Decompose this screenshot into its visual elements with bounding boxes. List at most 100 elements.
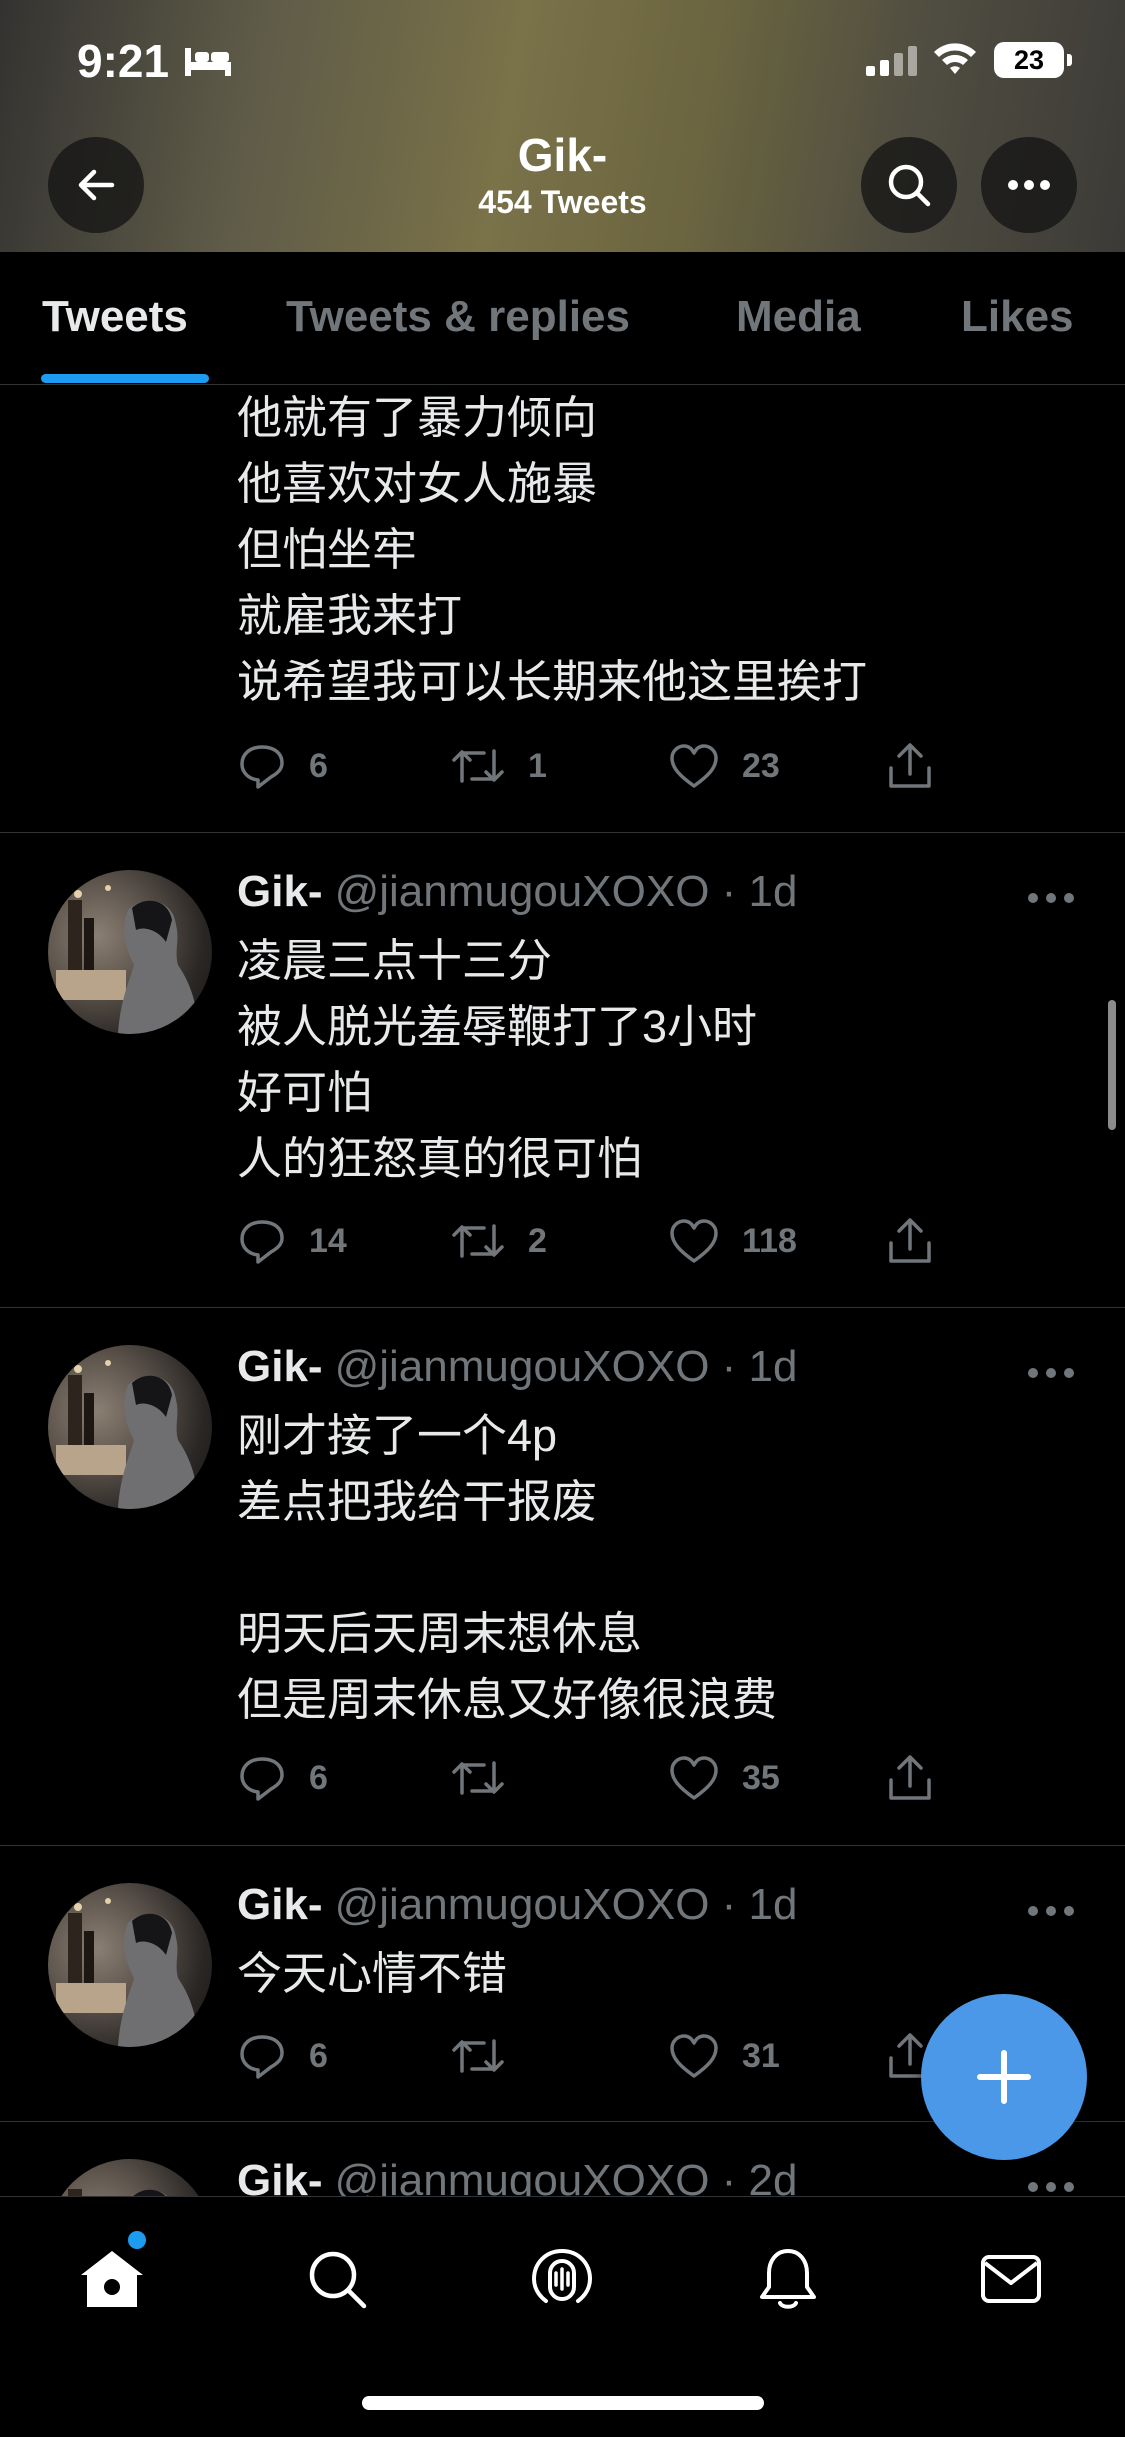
tweet-actions: 6 35: [237, 1748, 957, 1808]
reply-button[interactable]: 6: [237, 1748, 328, 1808]
retweet-button[interactable]: 1: [450, 736, 547, 796]
share-icon: [889, 1755, 931, 1800]
like-count: 23: [742, 746, 780, 785]
like-button[interactable]: 118: [668, 1211, 797, 1271]
tweet-text-line: [237, 1535, 777, 1601]
tweet-text-line: 但怕坐牢: [237, 524, 418, 575]
cellular-signal-icon: [866, 46, 917, 76]
author-name[interactable]: Gik-: [237, 2156, 323, 2196]
sleep-focus-icon: [185, 48, 231, 76]
reply-icon: [240, 1220, 284, 1264]
tweet-more-button[interactable]: [1028, 2180, 1074, 2194]
avatar[interactable]: [48, 1345, 212, 1509]
home-indicator[interactable]: [362, 2396, 764, 2410]
retweet-button[interactable]: 2: [450, 1211, 547, 1271]
tweet-text-line: 差点把我给干报废: [237, 1476, 598, 1527]
share-button[interactable]: [885, 1211, 935, 1271]
heart-icon: [670, 1756, 718, 1800]
nav-messages[interactable]: [971, 2239, 1051, 2319]
tweet-text-line: 他喜欢对女人施暴: [237, 458, 598, 509]
retweet-count: 2: [528, 1221, 547, 1260]
spaces-microphone-icon: [531, 2248, 593, 2303]
tab-tweets[interactable]: Tweets: [42, 292, 188, 342]
like-button[interactable]: 35: [668, 1748, 780, 1808]
nav-spaces[interactable]: [522, 2239, 602, 2319]
status-time: 9:21: [77, 35, 170, 87]
share-button[interactable]: [885, 1748, 935, 1808]
profile-photo: [56, 885, 198, 1034]
retweet-button[interactable]: [450, 1748, 528, 1808]
tweet-text-line: 刚才接了一个4p: [237, 1410, 558, 1461]
reply-icon: [240, 2035, 284, 2079]
like-button[interactable]: 23: [668, 736, 780, 796]
status-bar: 9:21 23: [0, 0, 1125, 120]
tweet-meta: Gik- @jianmugouXOXO · 1d: [237, 1342, 797, 1392]
tweet-item[interactable]: Gik- @jianmugouXOXO · 1d 刚才接了一个4p 差点把我给干报…: [0, 1308, 1125, 1846]
tweet-text: 刚才接了一个4p 差点把我给干报废 明天后天周末想休息 但是周末休息又好像很浪费: [237, 1403, 777, 1733]
compose-tweet-button[interactable]: [921, 1994, 1087, 2160]
nav-search[interactable]: [297, 2239, 377, 2319]
share-button[interactable]: [885, 736, 935, 796]
tweet-text-line: 人的狂怒真的很可怕: [237, 1133, 643, 1184]
like-count: 118: [742, 1221, 797, 1260]
home-icon: [81, 2251, 143, 2307]
profile-photo: [56, 1360, 198, 1509]
retweet-button[interactable]: [450, 2026, 528, 2086]
tweet-text-line: 好可怕: [237, 1067, 373, 1118]
retweet-icon: [452, 1224, 504, 1258]
heart-icon: [670, 744, 718, 788]
tweet-more-button[interactable]: [1028, 1366, 1074, 1380]
tweet-meta: Gik- @jianmugouXOXO · 2d: [237, 2156, 797, 2196]
battery-indicator: 23: [994, 42, 1072, 78]
tweet-actions: 6 1 23: [237, 736, 957, 796]
notification-dot: [126, 2229, 148, 2251]
tweet-more-button[interactable]: [1028, 891, 1074, 905]
author-name[interactable]: Gik-: [237, 1880, 323, 1929]
share-icon: [889, 1218, 931, 1263]
tab-tweets-and-replies[interactable]: Tweets & replies: [286, 292, 630, 342]
tweet-meta: Gik- @jianmugouXOXO · 1d: [237, 867, 797, 917]
author-handle-time: @jianmugouXOXO · 1d: [334, 1342, 798, 1391]
retweet-count: 1: [528, 746, 547, 785]
tweet-text-line: 凌晨三点十三分: [237, 935, 553, 986]
search-button[interactable]: [861, 137, 957, 233]
tweet-item[interactable]: 他就有了暴力倾向 他喜欢对女人施暴 但怕坐牢 就雇我来打 说希望我可以长期来他这…: [0, 385, 1125, 833]
reply-icon: [240, 745, 284, 789]
tweet-text-line: 但是周末休息又好像很浪费: [237, 1674, 778, 1725]
avatar[interactable]: [48, 870, 212, 1034]
avatar[interactable]: [48, 1883, 212, 2047]
tweet-feed[interactable]: 他就有了暴力倾向 他喜欢对女人施暴 但怕坐牢 就雇我来打 说希望我可以长期来他这…: [0, 385, 1125, 2196]
tweet-actions: 6 31: [237, 2026, 957, 2086]
tweet-text: 凌晨三点十三分 被人脱光羞辱鞭打了3小时 好可怕 人的狂怒真的很可怕: [237, 928, 757, 1192]
retweet-icon: [452, 749, 504, 783]
retweet-icon: [452, 2039, 504, 2073]
tweet-item[interactable]: Gik- @jianmugouXOXO · 1d 凌晨三点十三分 被人脱光羞辱鞭打…: [0, 833, 1125, 1308]
tweet-more-button[interactable]: [1028, 1904, 1074, 1918]
profile-photo: [68, 2189, 167, 2196]
profile-header: 9:21 23 Gik- 454 Tweets: [0, 0, 1125, 252]
nav-home[interactable]: [72, 2239, 152, 2319]
active-tab-indicator: [41, 374, 209, 383]
reply-button[interactable]: 6: [237, 2026, 328, 2086]
author-name[interactable]: Gik-: [237, 867, 323, 916]
plus-icon: [977, 2050, 1031, 2104]
avatar[interactable]: [48, 2159, 212, 2196]
profile-name-title: Gik-: [517, 129, 608, 181]
reply-button[interactable]: 6: [237, 736, 328, 796]
reply-button[interactable]: 14: [237, 1211, 347, 1271]
heart-icon: [670, 1219, 718, 1263]
tab-media[interactable]: Media: [736, 292, 861, 342]
retweet-icon: [452, 1761, 504, 1795]
tweet-actions: 14 2 118: [237, 1211, 957, 1271]
nav-notifications[interactable]: [748, 2239, 828, 2319]
reply-count: 6: [309, 2036, 328, 2075]
like-button[interactable]: 31: [668, 2026, 780, 2086]
heart-icon: [670, 2034, 718, 2078]
author-handle-time: @jianmugouXOXO · 1d: [334, 1880, 798, 1929]
ellipsis-icon: [1008, 180, 1050, 190]
tweet-text: 今天心情不错: [237, 1941, 507, 2007]
author-name[interactable]: Gik-: [237, 1342, 323, 1391]
tab-likes[interactable]: Likes: [961, 292, 1074, 342]
more-options-button[interactable]: [981, 137, 1077, 233]
scrollbar[interactable]: [1108, 1000, 1116, 1130]
